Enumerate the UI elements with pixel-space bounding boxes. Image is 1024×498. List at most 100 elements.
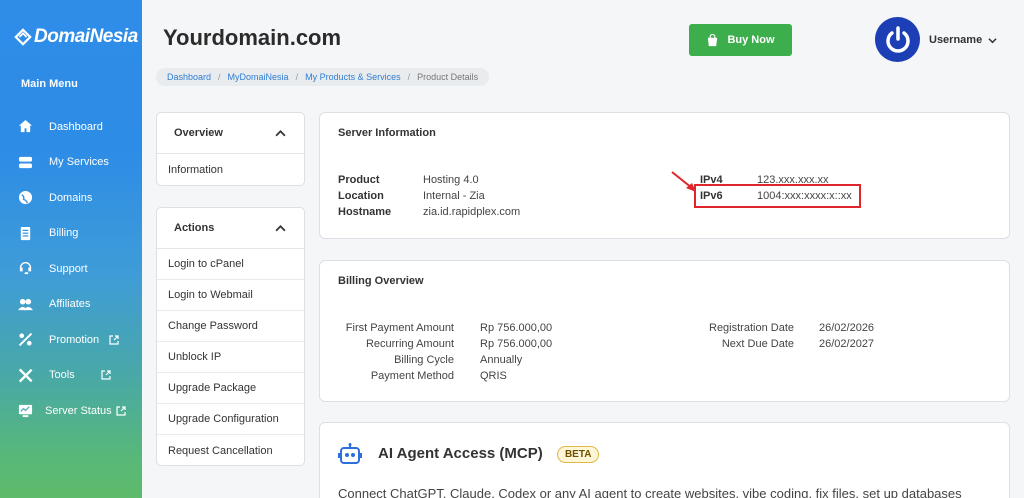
globe-icon — [17, 190, 33, 206]
overview-title: Overview — [174, 127, 223, 139]
billing-values: Rp 756.000,00 Rp 756.000,00 Annually QRI… — [480, 320, 552, 384]
billing-overview-card: Billing Overview First Payment Amount Re… — [319, 260, 1010, 402]
invoice-icon — [17, 225, 33, 241]
date-labels: Registration Date Next Due Date — [650, 320, 794, 352]
card-title: Server Information — [338, 127, 436, 139]
action-upgrade-configuration[interactable]: Upgrade Configuration — [157, 404, 304, 435]
buy-now-button[interactable]: Buy Now — [689, 24, 792, 56]
product-value: Hosting 4.0 — [423, 174, 479, 186]
sidebar-item-label: Billing — [49, 227, 79, 240]
username: Username — [929, 34, 983, 46]
ai-description: Connect ChatGPT, Claude, Codex or any AI… — [338, 486, 962, 498]
chevron-up-icon — [275, 224, 286, 231]
payment-method-value: QRIS — [480, 370, 507, 382]
recurring-label: Recurring Amount — [365, 338, 454, 350]
hostname-value: zia.id.rapidplex.com — [423, 206, 521, 218]
action-upgrade-package[interactable]: Upgrade Package — [157, 373, 304, 404]
sidebar-item-label: Domains — [49, 191, 93, 204]
overview-item-information[interactable]: Information — [157, 154, 304, 185]
home-icon — [17, 119, 33, 135]
actions-title: Actions — [174, 222, 215, 234]
external-link-icon — [101, 370, 111, 380]
sidebar-item-affiliates[interactable]: Affiliates — [0, 287, 142, 323]
breadcrumb-separator: / — [407, 72, 411, 82]
external-link-icon — [116, 406, 126, 416]
hostname-label: Hostname — [338, 206, 392, 218]
breadcrumb-mydomainesia[interactable]: MyDomaiNesia — [228, 72, 289, 82]
breadcrumb-products-services[interactable]: My Products & Services — [305, 72, 401, 82]
ai-agent-card: AI Agent Access (MCP) BETA Connect ChatG… — [319, 422, 1010, 498]
billing-labels: First Payment Amount Recurring Amount Bi… — [320, 320, 454, 384]
sidebar-item-label: Promotion — [49, 333, 100, 346]
sidebar-item-label: Server Status — [45, 404, 112, 417]
sidebar-item-label: Affiliates — [49, 298, 91, 311]
actions-panel: Actions Login to cPanel Login to Webmail… — [156, 207, 305, 466]
action-request-cancellation[interactable]: Request Cancellation — [157, 435, 304, 466]
registration-date-value: 26/02/2026 — [819, 322, 875, 334]
billing-cycle-value: Annually — [480, 354, 523, 366]
logo-mark-icon — [14, 28, 32, 46]
sidebar-item-tools[interactable]: Tools — [0, 358, 142, 394]
next-due-date-value: 26/02/2027 — [819, 338, 875, 350]
sidebar-item-label: Support — [49, 262, 88, 275]
sidebar-item-label: Tools — [49, 369, 75, 382]
sidebar-item-promotion[interactable]: Promotion — [0, 322, 142, 358]
sidebar-item-domains[interactable]: Domains — [0, 180, 142, 216]
server-labels: Product Location Hostname — [338, 172, 391, 220]
ai-title-row: AI Agent Access (MCP) BETA — [378, 445, 600, 463]
sidebar: DomaiNesia Main Menu Dashboard My Servic… — [0, 0, 142, 498]
overview-header[interactable]: Overview — [157, 113, 304, 154]
recurring-value: Rp 756.000,00 — [480, 338, 553, 350]
action-unblock-ip[interactable]: Unblock IP — [157, 342, 304, 373]
ipv6-highlight-box — [694, 184, 861, 208]
sidebar-item-my-services[interactable]: My Services — [0, 145, 142, 181]
registration-date-label: Registration Date — [709, 322, 794, 334]
buy-now-label: Buy Now — [727, 34, 775, 46]
beta-badge: BETA — [556, 445, 600, 463]
first-payment-label: First Payment Amount — [345, 322, 454, 334]
logo[interactable]: DomaiNesia — [14, 26, 138, 48]
actions-header[interactable]: Actions — [157, 208, 304, 249]
sidebar-item-label: Dashboard — [49, 120, 103, 133]
external-link-icon — [109, 335, 119, 345]
action-login-webmail[interactable]: Login to Webmail — [157, 280, 304, 311]
chevron-up-icon — [275, 129, 286, 136]
server-values: Hosting 4.0 Internal - Zia zia.id.rapidp… — [423, 172, 520, 220]
payment-method-label: Payment Method — [370, 370, 454, 382]
server-stack-icon — [17, 154, 33, 170]
location-label: Location — [338, 190, 384, 202]
action-login-cpanel[interactable]: Login to cPanel — [157, 249, 304, 280]
breadcrumb-separator: / — [295, 72, 299, 82]
sidebar-item-server-status[interactable]: Server Status — [0, 393, 142, 429]
action-change-password[interactable]: Change Password — [157, 311, 304, 342]
sidebar-item-dashboard[interactable]: Dashboard — [0, 109, 142, 145]
breadcrumb-current: Product Details — [417, 72, 479, 82]
server-information-card: Server Information Product Location Host… — [319, 112, 1010, 239]
card-title: Billing Overview — [338, 275, 424, 287]
headset-icon — [17, 261, 33, 277]
breadcrumb-separator: / — [218, 72, 221, 82]
date-values: 26/02/2026 26/02/2027 — [819, 320, 874, 352]
location-value: Internal - Zia — [423, 190, 485, 202]
sidebar-item-support[interactable]: Support — [0, 251, 142, 287]
avatar[interactable] — [875, 17, 920, 62]
users-icon — [17, 296, 33, 312]
breadcrumb-dashboard[interactable]: Dashboard — [167, 72, 211, 82]
menu-title: Main Menu — [21, 78, 78, 90]
tools-icon — [17, 367, 33, 383]
billing-cycle-label: Billing Cycle — [394, 354, 454, 366]
ai-title: AI Agent Access (MCP) — [378, 445, 543, 462]
sidebar-item-billing[interactable]: Billing — [0, 216, 142, 252]
monitor-icon — [17, 403, 33, 419]
logo-text: DomaiNesia — [34, 26, 138, 47]
percent-icon — [17, 332, 33, 348]
arrow-annotation-icon — [671, 171, 696, 192]
menu-list: Dashboard My Services Domains Billing Su… — [0, 109, 142, 429]
shopping-bag-icon — [708, 33, 718, 46]
page-title: Yourdomain.com — [163, 25, 342, 50]
next-due-date-label: Next Due Date — [721, 338, 794, 350]
robot-icon — [338, 443, 362, 464]
chevron-down-icon — [988, 37, 997, 43]
user-menu[interactable]: Username — [929, 34, 997, 46]
first-payment-value: Rp 756.000,00 — [480, 322, 553, 334]
